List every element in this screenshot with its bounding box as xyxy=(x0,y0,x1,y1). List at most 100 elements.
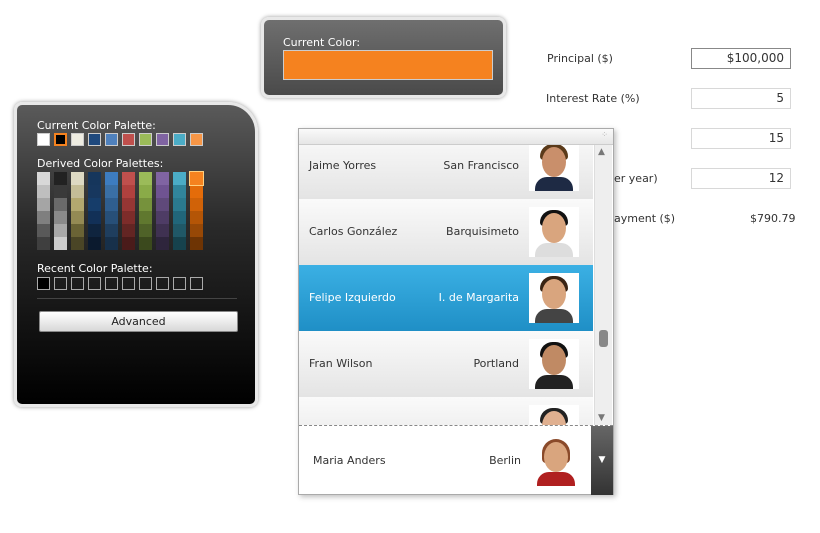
derived-swatch[interactable] xyxy=(156,237,169,250)
palette-swatch[interactable] xyxy=(37,133,50,146)
principal-input[interactable]: $100,000 xyxy=(691,48,791,69)
derived-swatch[interactable] xyxy=(71,237,84,250)
scroll-up-icon[interactable]: ▲ xyxy=(598,147,605,157)
derived-swatch[interactable] xyxy=(88,224,101,237)
derived-swatch[interactable] xyxy=(156,211,169,224)
person-combobox[interactable]: Maria Anders Berlin ▼ xyxy=(299,425,613,495)
list-item[interactable]: Carlos González Barquisimeto xyxy=(299,199,593,265)
derived-swatch[interactable] xyxy=(173,224,186,237)
derived-swatch[interactable] xyxy=(88,237,101,250)
payments-per-year-input[interactable]: 12 xyxy=(691,168,791,189)
current-color-swatch[interactable] xyxy=(283,50,493,80)
derived-swatch[interactable] xyxy=(54,185,67,198)
scrollbar[interactable]: ▲ ▼ xyxy=(594,145,612,425)
derived-swatch[interactable] xyxy=(105,172,118,185)
derived-swatch[interactable] xyxy=(71,185,84,198)
palette-swatch[interactable] xyxy=(88,133,101,146)
derived-swatch[interactable] xyxy=(156,198,169,211)
palette-swatch[interactable] xyxy=(156,133,169,146)
derived-swatch[interactable] xyxy=(88,172,101,185)
derived-swatch[interactable] xyxy=(173,172,186,185)
list-item[interactable]: Jaime Yorres San Francisco xyxy=(299,145,593,199)
list-item[interactable] xyxy=(299,397,593,425)
derived-swatch[interactable] xyxy=(71,224,84,237)
palette-swatch[interactable] xyxy=(105,133,118,146)
dropdown-button[interactable]: ▼ xyxy=(591,426,613,495)
derived-swatch[interactable] xyxy=(122,185,135,198)
scrollbar-thumb[interactable] xyxy=(599,330,608,347)
derived-swatch[interactable] xyxy=(190,224,203,237)
derived-swatch[interactable] xyxy=(88,198,101,211)
resize-grip-icon[interactable]: ⁘ xyxy=(601,130,608,139)
recent-swatch[interactable] xyxy=(105,277,118,290)
derived-swatch[interactable] xyxy=(105,211,118,224)
advanced-button[interactable]: Advanced xyxy=(39,311,238,332)
palette-swatch[interactable] xyxy=(122,133,135,146)
scroll-down-icon[interactable]: ▼ xyxy=(598,413,605,423)
recent-swatch[interactable] xyxy=(54,277,67,290)
derived-swatch[interactable] xyxy=(37,198,50,211)
derived-swatch[interactable] xyxy=(54,237,67,250)
derived-swatch[interactable] xyxy=(190,185,203,198)
palette-swatch[interactable] xyxy=(190,133,203,146)
derived-swatch[interactable] xyxy=(156,172,169,185)
recent-swatch[interactable] xyxy=(190,277,203,290)
derived-swatch[interactable] xyxy=(88,211,101,224)
derived-swatch[interactable] xyxy=(173,198,186,211)
derived-swatch[interactable] xyxy=(190,211,203,224)
derived-swatch[interactable] xyxy=(139,185,152,198)
recent-swatch[interactable] xyxy=(139,277,152,290)
derived-swatch[interactable] xyxy=(122,224,135,237)
recent-swatch[interactable] xyxy=(88,277,101,290)
palette-swatch[interactable] xyxy=(54,133,67,146)
derived-swatch[interactable] xyxy=(122,172,135,185)
derived-swatch[interactable] xyxy=(37,172,50,185)
derived-swatch[interactable] xyxy=(122,198,135,211)
derived-swatch[interactable] xyxy=(37,224,50,237)
person-photo xyxy=(529,405,579,425)
derived-swatch[interactable] xyxy=(71,211,84,224)
derived-swatch[interactable] xyxy=(54,224,67,237)
derived-swatch[interactable] xyxy=(139,211,152,224)
recent-swatch[interactable] xyxy=(173,277,186,290)
interest-rate-input[interactable]: 5 xyxy=(691,88,791,109)
palette-swatch[interactable] xyxy=(173,133,186,146)
list-item[interactable]: Felipe Izquierdo I. de Margarita xyxy=(299,265,593,331)
palette-swatch[interactable] xyxy=(139,133,152,146)
derived-swatch[interactable] xyxy=(173,237,186,250)
derived-swatch[interactable] xyxy=(139,224,152,237)
derived-swatch[interactable] xyxy=(71,172,84,185)
derived-swatch[interactable] xyxy=(37,211,50,224)
derived-swatch[interactable] xyxy=(105,224,118,237)
derived-swatch[interactable] xyxy=(139,172,152,185)
derived-swatch[interactable] xyxy=(54,198,67,211)
derived-swatch[interactable] xyxy=(139,237,152,250)
term-input[interactable]: 15 xyxy=(691,128,791,149)
derived-swatch[interactable] xyxy=(190,198,203,211)
derived-swatch[interactable] xyxy=(71,198,84,211)
derived-swatch[interactable] xyxy=(122,237,135,250)
derived-swatch[interactable] xyxy=(105,237,118,250)
derived-swatch[interactable] xyxy=(54,211,67,224)
derived-swatch[interactable] xyxy=(122,211,135,224)
derived-swatch[interactable] xyxy=(37,185,50,198)
derived-swatch[interactable] xyxy=(156,224,169,237)
recent-swatch[interactable] xyxy=(37,277,50,290)
dropdown-resize-header[interactable]: ⁘ xyxy=(299,129,613,145)
derived-swatch[interactable] xyxy=(189,171,204,186)
derived-swatch[interactable] xyxy=(139,198,152,211)
palette-swatch[interactable] xyxy=(71,133,84,146)
derived-swatch[interactable] xyxy=(105,185,118,198)
derived-swatch[interactable] xyxy=(190,237,203,250)
derived-swatch[interactable] xyxy=(105,198,118,211)
derived-swatch[interactable] xyxy=(173,211,186,224)
recent-swatch[interactable] xyxy=(156,277,169,290)
list-item[interactable]: Fran Wilson Portland xyxy=(299,331,593,397)
recent-swatch[interactable] xyxy=(71,277,84,290)
derived-swatch[interactable] xyxy=(173,185,186,198)
recent-swatch[interactable] xyxy=(122,277,135,290)
derived-swatch[interactable] xyxy=(37,237,50,250)
derived-swatch[interactable] xyxy=(156,185,169,198)
derived-swatch[interactable] xyxy=(88,185,101,198)
derived-swatch[interactable] xyxy=(54,172,67,185)
